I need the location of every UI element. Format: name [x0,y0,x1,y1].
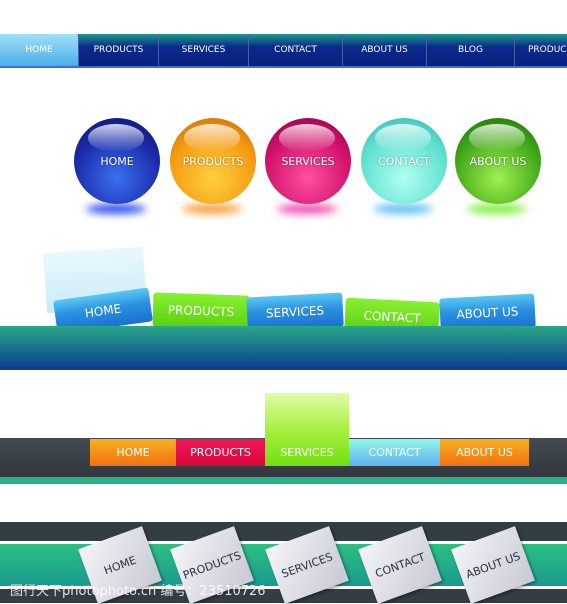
watermark: 图行天下photophoto.cn 编号：23510726 [10,584,266,599]
orb-shadow [182,204,242,214]
orb-shadow [467,204,527,214]
nav1-services[interactable]: SERVICES [159,34,249,66]
orb-shadow [277,204,337,214]
orb-label: CONTACT [377,154,431,168]
orb-contact[interactable]: CONTACT [361,118,447,204]
orb-services[interactable]: SERVICES [265,118,351,204]
nav1-products-2[interactable]: PRODUC [515,34,567,66]
nav-bar-1: HOME PRODUCTS SERVICES CONTACT ABOUT US … [0,34,567,68]
orb-shadow [86,204,146,214]
flat-services[interactable]: SERVICES [265,393,349,466]
orb-label: ABOUT US [469,154,527,168]
flat-contact[interactable]: CONTACT [349,439,440,466]
orb-home[interactable]: HOME [74,118,160,204]
flat-home[interactable]: HOME [90,439,176,466]
orb-label: PRODUCTS [182,154,244,168]
flat-about[interactable]: ABOUT US [440,439,529,466]
orb-shadow [373,204,433,214]
nav1-home[interactable]: HOME [0,34,79,66]
tab-bar [0,326,567,370]
orb-label: HOME [100,154,134,168]
orb-about[interactable]: ABOUT US [455,118,541,204]
orb-products[interactable]: PRODUCTS [170,118,256,204]
nav1-blog[interactable]: BLOG [427,34,515,66]
orb-label: SERVICES [281,154,335,168]
nav1-products[interactable]: PRODUCTS [79,34,159,66]
nav1-contact[interactable]: CONTACT [249,34,343,66]
nav1-about[interactable]: ABOUT US [343,34,427,66]
tab-products[interactable]: PRODUCTS [152,292,250,330]
flat-products[interactable]: PRODUCTS [176,439,265,466]
flat-nav-underline [0,477,567,484]
